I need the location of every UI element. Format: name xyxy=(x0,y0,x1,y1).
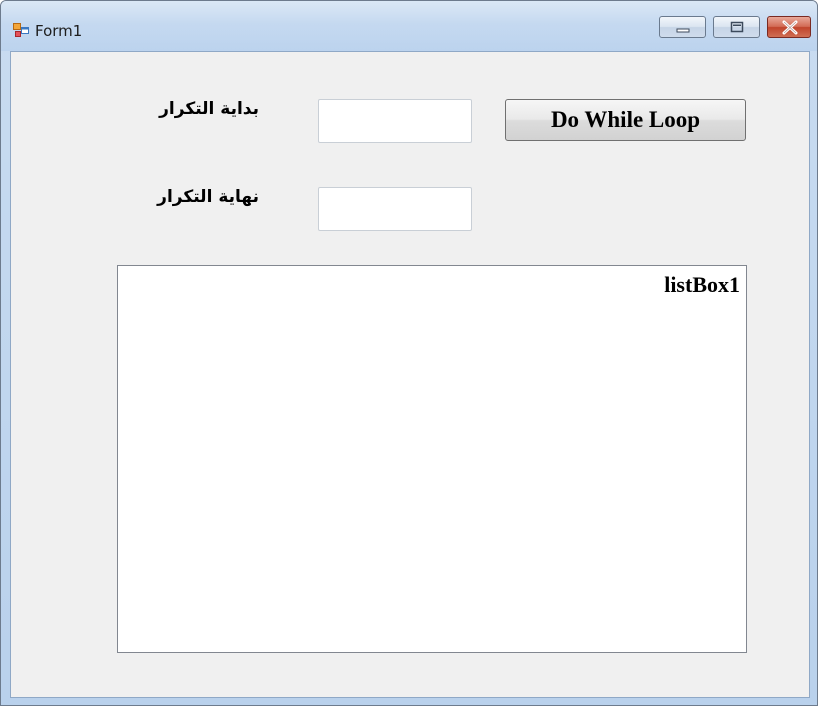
minimize-button[interactable] xyxy=(659,16,706,38)
form1-window: Form1 بداية التكرار Do While Loop نهاية … xyxy=(0,0,818,706)
listbox-name-label: listBox1 xyxy=(664,272,740,297)
minimize-icon xyxy=(676,28,690,33)
maximize-icon xyxy=(730,21,744,33)
end-label: نهاية التكرار xyxy=(157,187,259,207)
close-icon xyxy=(782,20,798,35)
window-title: Form1 xyxy=(35,22,83,40)
title-bar[interactable]: Form1 xyxy=(1,1,817,51)
maximize-button[interactable] xyxy=(713,16,760,38)
end-input[interactable] xyxy=(318,187,472,231)
start-input[interactable] xyxy=(318,99,472,143)
do-while-loop-button[interactable]: Do While Loop xyxy=(505,99,746,141)
close-button[interactable] xyxy=(767,16,811,38)
list-box[interactable]: listBox1 xyxy=(117,265,747,653)
form-app-icon xyxy=(13,23,29,37)
start-label: بداية التكرار xyxy=(159,99,259,119)
form-client-area: بداية التكرار Do While Loop نهاية التكرا… xyxy=(10,51,810,698)
